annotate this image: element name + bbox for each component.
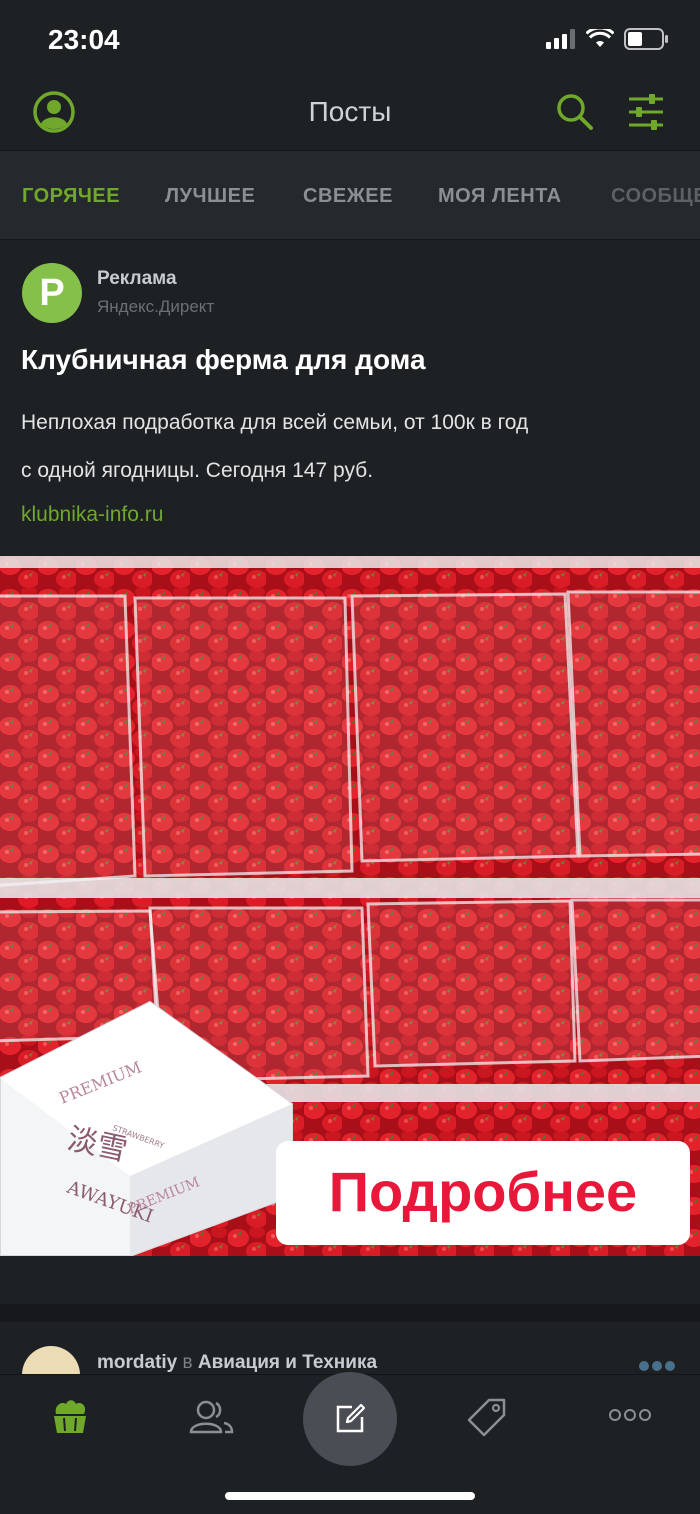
post-text-line: с одной ягодницы. Сегодня 147 руб.: [21, 459, 374, 482]
post-separator: [0, 1304, 700, 1322]
home-indicator: [225, 1492, 475, 1500]
tab-communities[interactable]: СООБЩЕ: [611, 185, 700, 208]
next-post: mordatiy в Авиация и Техника: [0, 1322, 700, 1374]
more-icon[interactable]: [609, 1408, 651, 1422]
tab-fresh[interactable]: СВЕЖЕЕ: [303, 185, 393, 208]
ad-avatar[interactable]: Р: [22, 263, 82, 323]
post-text: Неплохая подработка для всей семьи, от 1…: [21, 399, 661, 495]
author-avatar[interactable]: [22, 1346, 80, 1374]
tab-hot[interactable]: ГОРЯЧЕЕ: [22, 185, 120, 208]
community-name[interactable]: Авиация и Техника: [198, 1352, 377, 1373]
status-icons: [546, 28, 670, 50]
home-icon[interactable]: [50, 1397, 90, 1435]
search-icon[interactable]: [555, 92, 595, 132]
feed-tabs: ГОРЯЧЕЕ ЛУЧШЕЕ СВЕЖЕЕ МОЯ ЛЕНТА СООБЩЕ: [0, 150, 700, 240]
more-button-text[interactable]: Подробнее: [329, 1160, 637, 1223]
ad-source: Яндекс.Директ: [97, 297, 215, 316]
strawberry-photo: PREMIUM 淡雪 STRAWBERRY AWAYUKI PREMIUM По…: [0, 556, 700, 1256]
ad-label: Реклама: [97, 268, 177, 289]
ad-post: Р Реклама Яндекс.Директ Клубничная ферма…: [0, 241, 700, 1304]
post-author-line: mordatiy в Авиация и Техника: [97, 1352, 377, 1374]
more-dots-icon[interactable]: [638, 1360, 676, 1372]
compose-button[interactable]: [303, 1372, 397, 1466]
signal-icon: [546, 29, 575, 49]
wifi-icon: [586, 29, 614, 47]
tab-best[interactable]: ЛУЧШЕЕ: [165, 185, 255, 208]
in-word: в: [182, 1352, 193, 1373]
community-icon[interactable]: [188, 1399, 234, 1435]
post-image[interactable]: PREMIUM 淡雪 STRAWBERRY AWAYUKI PREMIUM По…: [0, 556, 700, 1256]
post-link[interactable]: klubnika-info.ru: [21, 503, 163, 527]
compose-icon: [336, 1403, 366, 1433]
author-name[interactable]: mordatiy: [97, 1352, 177, 1373]
battery-icon: [624, 28, 668, 50]
nav-bar: Посты: [0, 80, 700, 150]
status-time: 23:04: [48, 24, 120, 55]
post-text-line: Неплохая подработка для всей семьи, от 1…: [21, 411, 529, 434]
page-title: Посты: [308, 96, 392, 127]
filter-icon[interactable]: [627, 94, 665, 130]
tag-icon[interactable]: [466, 1397, 508, 1439]
tab-my-feed[interactable]: МОЯ ЛЕНТА: [438, 185, 562, 208]
status-bar: 23:04: [0, 0, 700, 80]
post-title[interactable]: Клубничная ферма для дома: [21, 344, 426, 376]
